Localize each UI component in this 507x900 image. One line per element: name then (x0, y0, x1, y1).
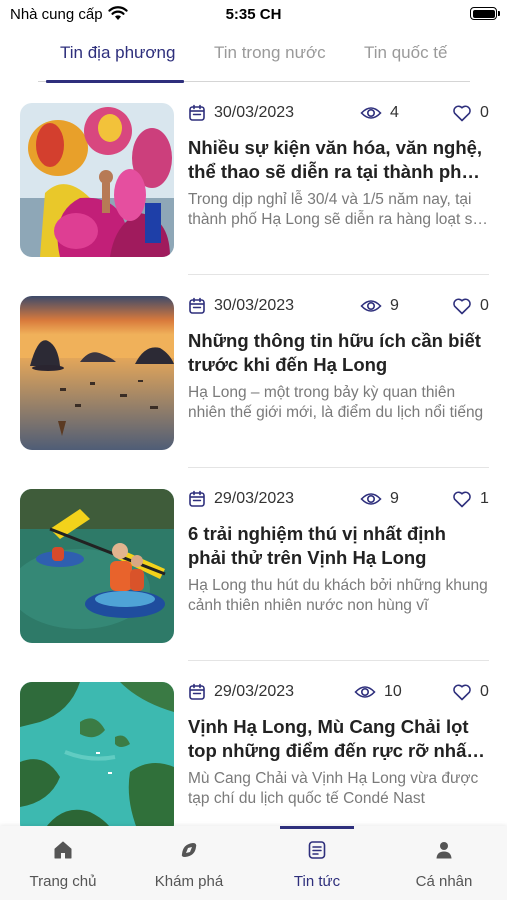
news-date: 30/03/2023 (214, 104, 295, 121)
news-title[interactable]: Vịnh Hạ Long, Mù Cang Chải lọt top những… (188, 715, 488, 763)
news-date: 29/03/2023 (214, 683, 295, 700)
nav-home-label: Trang chủ (29, 873, 97, 890)
news-summary: Hạ Long thu hút du khách bởi những khung… (188, 577, 488, 614)
eye-icon (360, 107, 382, 119)
nav-profile[interactable]: Cá nhân (381, 826, 507, 900)
news-thumbnail[interactable] (20, 489, 174, 643)
heart-icon[interactable] (452, 683, 472, 701)
news-views: 10 (384, 683, 402, 700)
nav-explore-label: Khám phá (154, 873, 224, 890)
news-thumbnail[interactable] (20, 296, 174, 450)
heart-icon[interactable] (452, 490, 472, 508)
tab-domestic-news[interactable]: Tin trong nước (214, 43, 326, 63)
news-likes: 0 (480, 683, 489, 700)
news-title[interactable]: 6 trải nghiệm thú vị nhất định phải thử … (188, 522, 488, 570)
news-date: 29/03/2023 (214, 490, 295, 507)
compass-icon (179, 840, 199, 865)
eye-icon (354, 686, 376, 698)
heart-icon[interactable] (452, 297, 472, 315)
nav-home[interactable]: Trang chủ (0, 826, 126, 900)
calendar-icon (189, 490, 205, 507)
news-views: 9 (390, 297, 399, 314)
home-icon (53, 840, 73, 865)
person-icon (434, 840, 454, 865)
calendar-icon (189, 104, 205, 121)
news-meta: 29/03/2023 10 0 (188, 682, 489, 706)
news-meta: 29/03/2023 9 1 (188, 489, 489, 513)
news-list: 30/03/2023 4 0 Nhiều sự kiện văn hóa, vă… (0, 82, 507, 854)
news-views: 9 (390, 490, 399, 507)
news-thumbnail[interactable] (20, 103, 174, 257)
eye-icon (360, 300, 382, 312)
news-summary: Trong dịp nghỉ lễ 30/4 và 1/5 năm nay, t… (188, 191, 483, 228)
nav-explore[interactable]: Khám phá (126, 826, 252, 900)
news-views: 4 (390, 104, 399, 121)
tab-local-news[interactable]: Tin địa phương (60, 43, 175, 63)
nav-news-label: Tin tức (293, 873, 341, 890)
news-item[interactable]: 30/03/2023 9 0 Những thông tin hữu ích c… (0, 275, 507, 468)
news-meta: 30/03/2023 4 0 (188, 103, 489, 127)
eye-icon (360, 493, 382, 505)
news-item[interactable]: 29/03/2023 9 1 6 trải nghiệm thú vị nhất… (0, 468, 507, 661)
news-summary: Hạ Long – một trong bảy kỳ quan thiên nh… (188, 384, 484, 421)
status-bar: Nhà cung cấp 5:35 CH (0, 0, 507, 30)
news-date: 30/03/2023 (214, 297, 295, 314)
news-title[interactable]: Nhiều sự kiện văn hóa, văn nghệ, thể tha… (188, 136, 488, 184)
news-thumbnail[interactable] (20, 682, 174, 836)
heart-icon[interactable] (452, 104, 472, 122)
status-time: 5:35 CH (225, 6, 282, 23)
news-summary: Mù Cang Chải và Vịnh Hạ Long vừa được tạ… (188, 770, 479, 807)
calendar-icon (189, 683, 205, 700)
news-icon (307, 840, 327, 865)
news-category-tabs: Tin địa phương Tin trong nước Tin quốc t… (38, 30, 470, 83)
news-title[interactable]: Những thông tin hữu ích cần biết trước k… (188, 329, 488, 377)
nav-profile-label: Cá nhân (415, 873, 473, 890)
bottom-navigation: Trang chủ Khám phá Tin tức Cá nhân (0, 826, 507, 900)
news-likes: 0 (480, 297, 489, 314)
news-meta: 30/03/2023 9 0 (188, 296, 489, 320)
tab-international-news[interactable]: Tin quốc tế (364, 43, 447, 63)
calendar-icon (189, 297, 205, 314)
news-item[interactable]: 30/03/2023 4 0 Nhiều sự kiện văn hóa, vă… (0, 82, 507, 275)
battery-icon (470, 7, 500, 20)
nav-news[interactable]: Tin tức (254, 826, 380, 900)
news-likes: 0 (480, 104, 489, 121)
news-likes: 1 (480, 490, 489, 507)
